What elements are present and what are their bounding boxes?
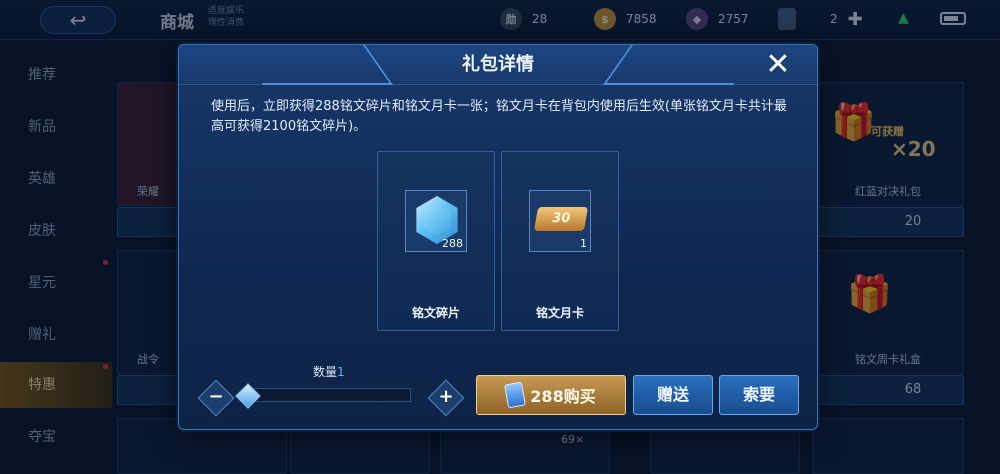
decrease-button[interactable]: −: [197, 379, 235, 417]
gift-detail-dialog: 礼包详情 ✕ 使用后，立即获得288铭文碎片和铭文月卡一张；铭文月卡在背包内使用…: [178, 44, 818, 430]
buy-button-label: 288购买: [530, 387, 596, 406]
quantity-slider[interactable]: [243, 388, 411, 402]
inscription-month-card-icon: 30: [533, 207, 589, 231]
close-icon: ✕: [765, 47, 791, 82]
item-icon-frame: 30 1: [529, 190, 591, 252]
increase-button[interactable]: +: [427, 379, 465, 417]
gift-button[interactable]: 赠送: [633, 375, 713, 415]
item-quantity: 288: [442, 237, 463, 250]
item-quantity: 1: [580, 237, 587, 250]
dialog-header: 礼包详情 ✕: [179, 45, 817, 85]
close-button[interactable]: ✕: [763, 50, 793, 81]
gift-item-card[interactable]: 288 铭文碎片: [377, 151, 495, 331]
gift-description: 使用后，立即获得288铭文碎片和铭文月卡一张；铭文月卡在背包内使用后生效(单张铭…: [211, 99, 787, 134]
gift-item-card[interactable]: 30 1 铭文月卡: [501, 151, 619, 331]
plus-icon: +: [438, 386, 454, 407]
minus-icon: −: [208, 386, 224, 407]
buy-button[interactable]: 288购买: [476, 375, 626, 415]
quantity-label-text: 数量: [313, 365, 338, 379]
request-button[interactable]: 索要: [719, 375, 799, 415]
quantity-label: 数量1: [313, 363, 345, 380]
item-icon-frame: 288: [405, 190, 467, 252]
dialog-title: 礼包详情: [462, 54, 534, 75]
voucher-icon: [504, 381, 527, 409]
item-name: 铭文月卡: [535, 306, 584, 320]
item-name: 铭文碎片: [411, 306, 460, 320]
quantity-value: 1: [337, 365, 345, 379]
